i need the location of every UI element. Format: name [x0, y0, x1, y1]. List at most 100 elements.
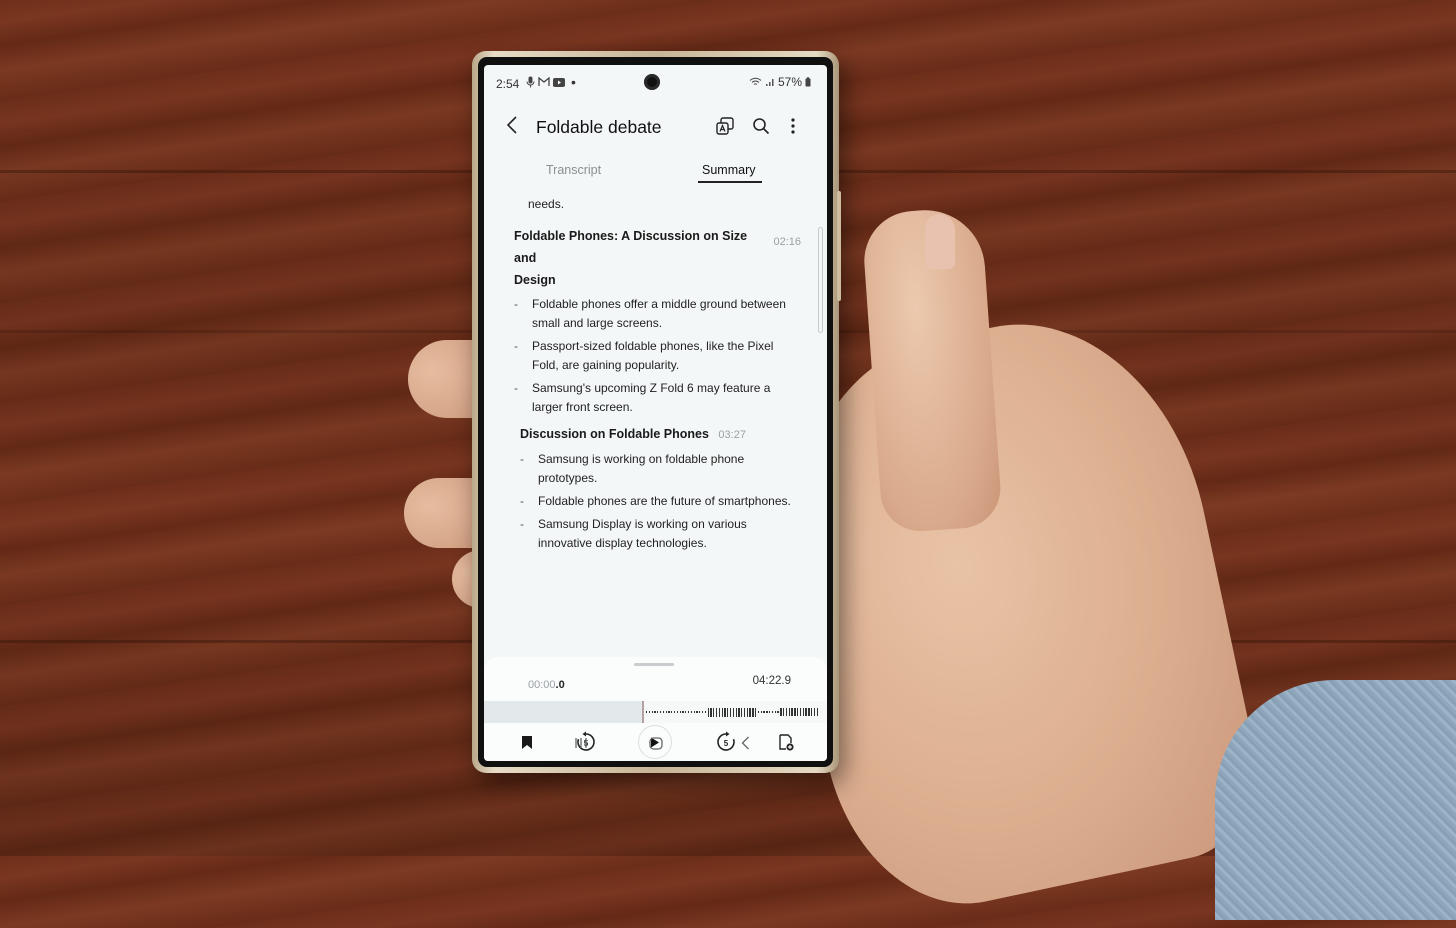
page-title: Foldable debate — [536, 117, 662, 137]
home-icon — [649, 736, 663, 750]
translate-button[interactable] — [714, 115, 736, 137]
waveform-bar — [771, 711, 774, 713]
waveform-bars — [646, 705, 827, 719]
waveform-bar — [794, 708, 796, 716]
list-item: - Foldable phones offer a middle ground b… — [514, 295, 801, 333]
app-bar: Foldable debate — [484, 105, 827, 149]
microphone-icon — [526, 76, 535, 88]
waveform-bar — [763, 711, 765, 713]
waveform-bar — [710, 707, 712, 717]
current-time-main: 00:00 — [528, 679, 556, 691]
list-item: - Samsung is working on foldable phone pr… — [520, 450, 801, 488]
waveform-bar — [735, 707, 737, 717]
waveform-bar — [813, 708, 816, 716]
waveform-bar — [696, 711, 698, 713]
waveform-bar — [724, 707, 726, 717]
waveform-bar — [802, 708, 804, 716]
waveform-bar — [646, 711, 648, 713]
waveform-bar — [799, 708, 802, 716]
list-item: - Foldable phones are the future of smart… — [520, 492, 801, 511]
more-options-button[interactable] — [782, 115, 804, 137]
waveform-bar — [713, 707, 715, 717]
phone-screen: 2:54 • 57% Foldable debate Transcript Su… — [484, 65, 827, 761]
tab-transcript[interactable]: Transcript — [546, 163, 601, 177]
waveform-bar — [788, 708, 790, 716]
bullet-dash: - — [514, 297, 518, 311]
waveform-bar — [791, 708, 793, 716]
waveform-bar — [774, 711, 776, 713]
active-tab-indicator — [698, 181, 762, 183]
section-title-line: Foldable Phones: A Discussion on Size an… — [514, 229, 748, 265]
nav-back-icon — [741, 736, 749, 750]
waveform-bar — [721, 707, 723, 717]
waveform-bar — [676, 711, 679, 713]
waveform-bar — [673, 711, 676, 713]
translate-icon — [716, 117, 734, 135]
waveform-bar — [811, 708, 813, 716]
tab-summary[interactable]: Summary — [702, 163, 755, 177]
waveform-bar — [783, 708, 785, 716]
bullet-text: Foldable phones are the future of smartp… — [538, 494, 791, 508]
waveform-bar — [727, 707, 729, 717]
summary-content[interactable]: needs. Foldable Phones: A Discussion on … — [484, 187, 827, 657]
status-time: 2:54 — [496, 77, 520, 91]
list-item: - Samsung's upcoming Z Fold 6 may feature… — [514, 379, 801, 417]
bullet-text: Passport-sized foldable phones, like the… — [532, 339, 774, 372]
gmail-icon — [538, 77, 550, 86]
waveform-bar — [668, 711, 670, 713]
waveform-bar — [757, 711, 760, 713]
signal-icon — [765, 79, 774, 86]
list-item: - Passport-sized foldable phones, like th… — [514, 337, 801, 375]
back-button[interactable] — [506, 115, 518, 141]
scrollbar[interactable] — [818, 227, 823, 333]
waveform-bar — [729, 707, 732, 717]
battery-icon — [805, 77, 811, 87]
waveform-bar — [760, 711, 762, 713]
waveform-scrubber[interactable] — [484, 701, 827, 723]
section-title-line: Discussion on Foldable Phones — [520, 427, 709, 441]
waveform-bar — [755, 707, 757, 717]
notification-icons: • — [526, 75, 576, 89]
bullet-dash: - — [520, 494, 524, 508]
waveform-bar — [685, 711, 687, 713]
more-options-icon — [791, 118, 795, 134]
waveform-bar — [777, 711, 779, 713]
current-time-fraction: .0 — [555, 679, 565, 691]
list-item: - Samsung Display is working on various i… — [520, 515, 801, 553]
bullet-dash: - — [514, 339, 518, 353]
waveform-bar — [738, 707, 740, 717]
system-nav-bar — [484, 725, 827, 761]
tab-bar: Transcript Summary — [484, 157, 827, 187]
waveform-bar — [752, 707, 754, 717]
section-timestamp[interactable]: 03:27 — [718, 429, 746, 441]
waveform-bar — [741, 707, 743, 717]
chevron-left-icon — [506, 116, 517, 134]
front-camera — [644, 74, 660, 90]
search-button[interactable] — [750, 115, 772, 137]
waveform-bar — [651, 711, 653, 713]
battery-percent: 57% — [777, 75, 802, 89]
section-title-line: Design — [514, 273, 556, 287]
drag-handle[interactable] — [634, 663, 674, 666]
waveform-bar — [654, 711, 656, 713]
nav-back-button[interactable] — [730, 731, 760, 755]
waveform-bar — [746, 707, 748, 717]
waveform-bar — [701, 711, 704, 713]
waveform-bar — [657, 711, 659, 713]
waveform-bar — [797, 708, 799, 716]
recent-apps-button[interactable] — [566, 731, 596, 755]
playhead[interactable] — [642, 701, 644, 723]
recent-apps-icon — [575, 738, 587, 748]
section-title: Discussion on Foldable Phones 03:27 — [520, 423, 801, 446]
waveform-bar — [718, 707, 721, 717]
section-timestamp[interactable]: 02:16 — [773, 231, 801, 253]
summary-leading-text: needs. — [528, 197, 565, 211]
phone-side-button — [837, 191, 841, 301]
home-button[interactable] — [641, 731, 671, 755]
summary-section: Foldable Phones: A Discussion on Size an… — [514, 225, 801, 417]
bullet-dash: - — [520, 452, 524, 466]
section-title: Foldable Phones: A Discussion on Size an… — [514, 225, 801, 291]
waveform-bar — [769, 711, 771, 713]
summary-section: Discussion on Foldable Phones 03:27 - Sam… — [520, 423, 801, 553]
youtube-icon — [553, 77, 565, 87]
